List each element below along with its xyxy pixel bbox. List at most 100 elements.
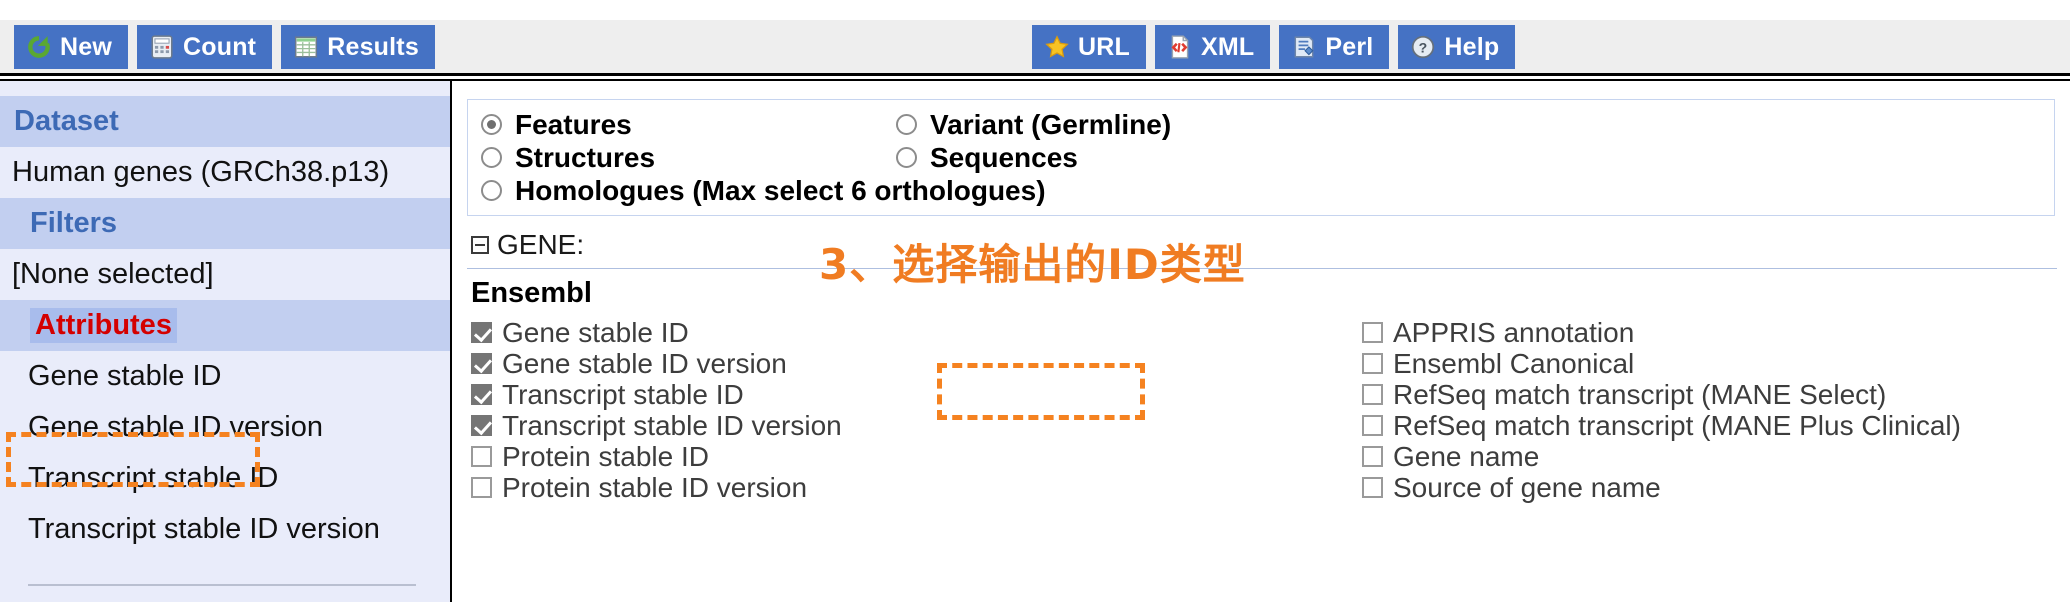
checkbox-row[interactable]: RefSeq match transcript (MANE Select) (1362, 379, 1961, 410)
radio-option-variant-germline[interactable]: Variant (Germline) (896, 108, 1171, 141)
results-button[interactable]: Results (281, 25, 435, 69)
count-button[interactable]: Count (137, 25, 273, 69)
checkbox-label: RefSeq match transcript (MANE Plus Clini… (1393, 409, 1961, 441)
results-button-label: Results (327, 32, 419, 61)
xml-button-label: XML (1200, 32, 1255, 61)
sidebar-attribute-item-2[interactable]: Transcript stable ID (0, 453, 450, 504)
table-icon (295, 36, 318, 58)
checkbox-row[interactable]: Transcript stable ID version (471, 410, 842, 441)
checkbox-label: Transcript stable ID version (502, 409, 842, 441)
sidebar-filters-value: [None selected] (0, 249, 450, 300)
checkbox-icon[interactable] (471, 415, 492, 436)
attributes-panel: Features Structures Homologues (Max sele… (452, 79, 2070, 602)
radio-label: Features (515, 108, 632, 140)
sidebar-dataset-value[interactable]: Human genes (GRCh38.p13) (0, 147, 450, 198)
gene-section-rule (467, 268, 2057, 269)
count-button-label: Count (183, 32, 257, 61)
sidebar-attribute-item-3[interactable]: Transcript stable ID version (0, 504, 450, 555)
sidebar-filters-header[interactable]: Filters (0, 198, 450, 249)
checkbox-icon[interactable] (1362, 384, 1383, 405)
ensembl-group-label: Ensembl (471, 277, 592, 309)
url-button[interactable]: URL (1032, 25, 1146, 69)
checkbox-icon[interactable] (471, 446, 492, 467)
checkbox-icon[interactable] (471, 322, 492, 343)
checkbox-row[interactable]: Source of gene name (1362, 472, 1961, 503)
checkbox-label: Gene name (1393, 440, 1540, 472)
radio-icon[interactable] (481, 114, 502, 135)
xml-file-icon (1171, 35, 1189, 59)
calculator-icon (151, 35, 173, 59)
checkbox-icon[interactable] (1362, 477, 1383, 498)
toolbar-right-group: URL XML Perl ? Help (1032, 25, 1516, 69)
attribute-checkbox-column-right: APPRIS annotation Ensembl Canonical RefS… (1362, 317, 1961, 503)
checkbox-label: Gene stable ID (502, 316, 689, 348)
star-icon (1045, 35, 1069, 58)
radio-option-sequences[interactable]: Sequences (896, 141, 1171, 174)
xml-button[interactable]: XML (1154, 25, 1271, 69)
help-button[interactable]: ? Help (1398, 25, 1516, 69)
svg-text:?: ? (1419, 39, 1428, 55)
checkbox-row[interactable]: Protein stable ID (471, 441, 842, 472)
checkbox-label: Protein stable ID version (502, 471, 808, 503)
radio-label: Variant (Germline) (930, 108, 1172, 140)
checkbox-icon[interactable] (1362, 446, 1383, 467)
checkbox-label: Gene stable ID version (502, 347, 787, 379)
dataset-value-label: Human genes (GRCh38.p13) (12, 156, 390, 188)
top-toolbar: New Count Results URL XML Perl ? Help (0, 20, 2070, 76)
attribute-item-label: Transcript stable ID version (28, 513, 380, 545)
refresh-icon (28, 36, 50, 58)
radio-icon[interactable] (481, 180, 502, 201)
checkbox-icon[interactable] (471, 477, 492, 498)
new-button-label: New (60, 32, 113, 61)
attributes-header-label: Attributes (30, 308, 177, 343)
gene-section-header[interactable]: GENE: (471, 229, 584, 261)
checkbox-row[interactable]: APPRIS annotation (1362, 317, 1961, 348)
checkbox-row[interactable]: Transcript stable ID (471, 379, 842, 410)
checkbox-row[interactable]: Gene name (1362, 441, 1961, 472)
checkbox-row[interactable]: Gene stable ID version (471, 348, 842, 379)
radio-column-right: Variant (Germline) Sequences (896, 108, 1171, 174)
summary-sidebar: Dataset Human genes (GRCh38.p13) Filters… (0, 79, 452, 602)
checkbox-label: APPRIS annotation (1393, 316, 1635, 348)
checkbox-row[interactable]: RefSeq match transcript (MANE Plus Clini… (1362, 410, 1961, 441)
checkbox-label: Protein stable ID (502, 440, 709, 472)
sidebar-dataset-header: Dataset (0, 96, 450, 147)
attribute-item-label: Transcript stable ID (28, 462, 279, 494)
checkbox-row[interactable]: Protein stable ID version (471, 472, 842, 503)
sidebar-attribute-item-1[interactable]: Gene stable ID version (0, 402, 450, 453)
new-button[interactable]: New (14, 25, 129, 69)
question-icon: ? (1412, 35, 1435, 59)
checkbox-row[interactable]: Gene stable ID (471, 317, 842, 348)
radio-label: Sequences (930, 141, 1078, 173)
attribute-item-label: Gene stable ID version (28, 411, 323, 443)
checkbox-icon[interactable] (1362, 353, 1383, 374)
checkbox-icon[interactable] (1362, 322, 1383, 343)
checkbox-icon[interactable] (471, 353, 492, 374)
radio-option-homologues[interactable]: Homologues (Max select 6 orthologues) (481, 174, 1046, 207)
checkbox-icon[interactable] (471, 384, 492, 405)
sidebar-top-spacer (0, 81, 450, 96)
dataset-header-label: Dataset (14, 105, 119, 137)
perl-icon (1294, 36, 1314, 58)
perl-button[interactable]: Perl (1279, 25, 1390, 69)
attribute-item-label: Gene stable ID (28, 360, 222, 392)
checkbox-row[interactable]: Ensembl Canonical (1362, 348, 1961, 379)
radio-icon[interactable] (896, 147, 917, 168)
attribute-page-radio-group: Features Structures Homologues (Max sele… (467, 99, 2055, 216)
radio-icon[interactable] (481, 147, 502, 168)
filters-header-label: Filters (30, 207, 118, 239)
radio-icon[interactable] (896, 114, 917, 135)
checkbox-icon[interactable] (1362, 415, 1383, 436)
checkbox-label: Ensembl Canonical (1393, 347, 1635, 379)
collapse-minus-icon[interactable] (471, 236, 489, 254)
checkbox-label: Source of gene name (1393, 471, 1661, 503)
filters-value-label: [None selected] (12, 258, 214, 290)
gene-section-label: GENE: (497, 229, 585, 260)
checkbox-label: RefSeq match transcript (MANE Select) (1393, 378, 1887, 410)
sidebar-divider (28, 584, 416, 586)
radio-label: Structures (515, 141, 656, 173)
sidebar-item-attributes[interactable]: Attributes (0, 300, 450, 351)
checkbox-label: Transcript stable ID (502, 378, 744, 410)
sidebar-attribute-item-0[interactable]: Gene stable ID (0, 351, 450, 402)
radio-label: Homologues (Max select 6 orthologues) (515, 174, 1046, 206)
